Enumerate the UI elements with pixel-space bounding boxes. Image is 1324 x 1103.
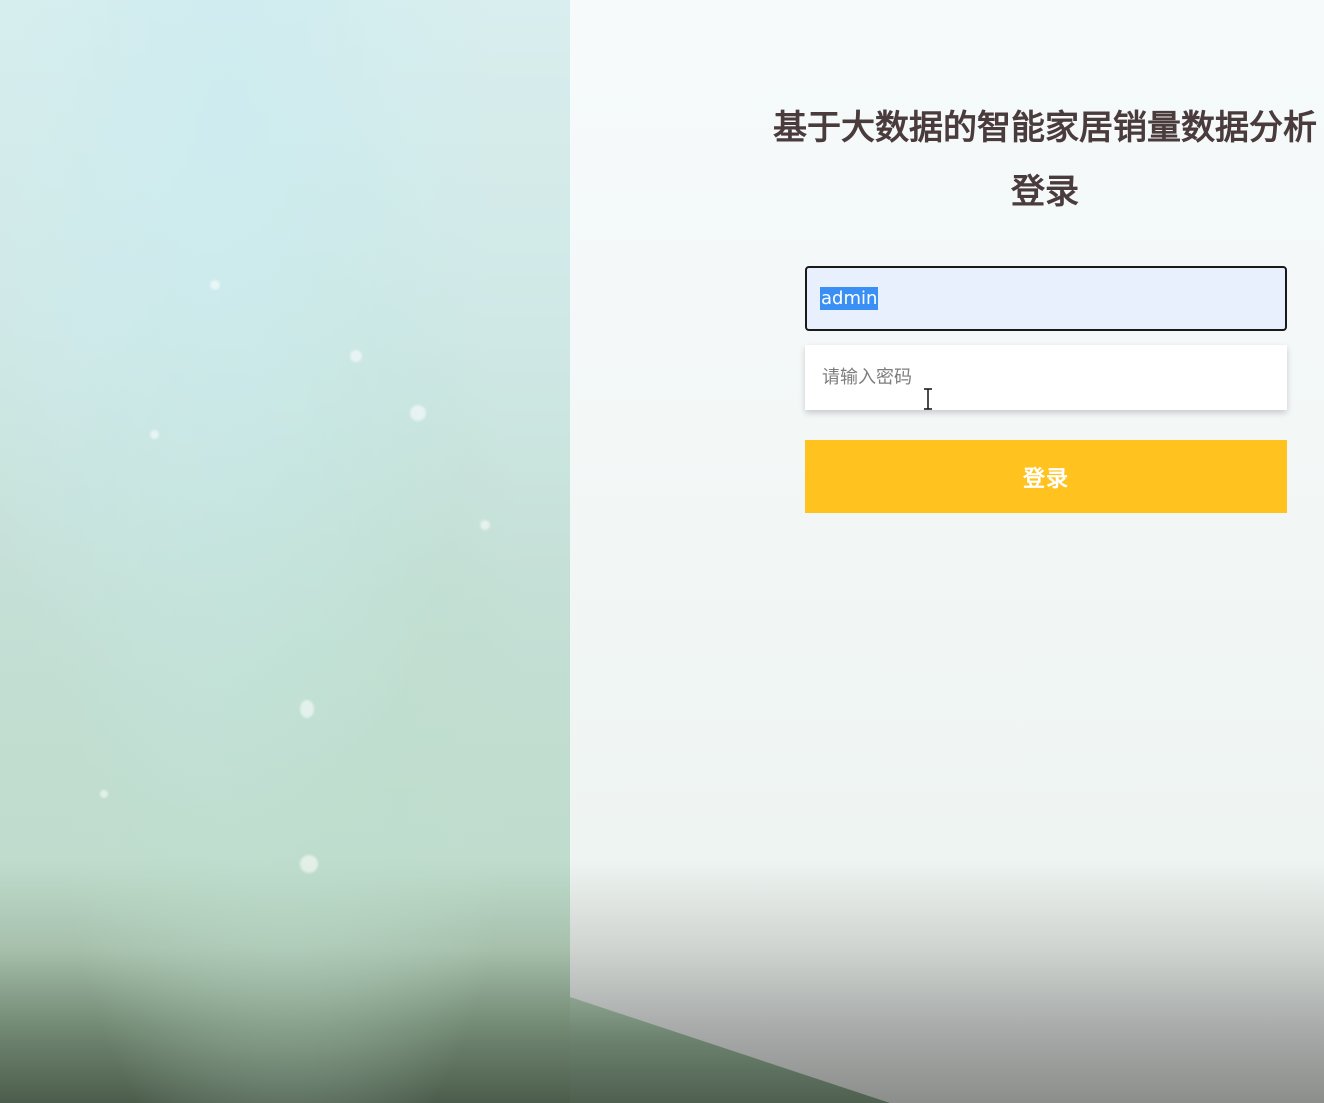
bokeh-light (480, 520, 490, 530)
page-title: 基于大数据的智能家居销量数据分析登录 (773, 108, 1317, 212)
password-field[interactable] (805, 345, 1287, 410)
bokeh-light (300, 700, 314, 718)
bokeh-light (300, 855, 318, 873)
password-input[interactable] (820, 366, 1287, 389)
username-input[interactable]: admin (805, 266, 1287, 331)
background-image (0, 0, 570, 1103)
login-button[interactable]: 登录 (805, 440, 1287, 513)
bokeh-light (100, 790, 108, 798)
bokeh-light (150, 430, 159, 439)
bokeh-light (410, 405, 426, 421)
text-cursor-icon (924, 388, 932, 410)
login-page: 基于大数据的智能家居销量数据分析登录 admin 登录 (0, 0, 1324, 1103)
bokeh-light (350, 350, 362, 362)
username-value: admin (820, 287, 879, 310)
bokeh-light (210, 280, 220, 290)
